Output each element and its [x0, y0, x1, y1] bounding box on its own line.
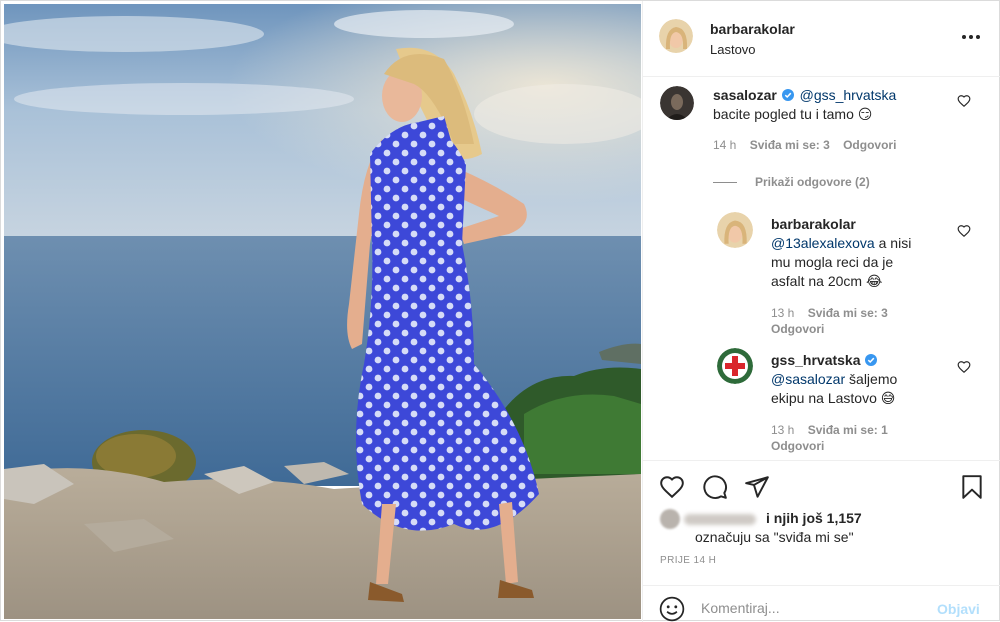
author-avatar[interactable] [659, 19, 693, 53]
reply-mention[interactable]: @sasalozar [771, 371, 845, 387]
reply-avatar[interactable] [717, 212, 753, 248]
reply-username[interactable]: gss_hrvatska [771, 352, 861, 368]
author-username[interactable]: barbarakolar [710, 21, 795, 37]
comment-likes[interactable]: Sviđa mi se: 3 [750, 138, 830, 152]
reply-time[interactable]: 13 h [771, 306, 794, 320]
post-photo[interactable] [4, 4, 641, 619]
comment-like-heart-icon[interactable] [957, 94, 971, 108]
view-replies-button[interactable]: Prikaži odgovore (2) [755, 174, 870, 190]
reply-text-line2: mu mogla reci da je [771, 254, 894, 270]
likes-count[interactable]: i njih još 1,157 [766, 510, 862, 526]
comment-username[interactable]: sasalozar [713, 87, 777, 103]
send-icon[interactable] [744, 474, 770, 500]
avatar-image [717, 348, 753, 384]
replies-divider [713, 182, 737, 183]
comments-list: sasalozar @gss_hrvatska bacite pogled tu… [643, 78, 1000, 460]
verified-badge-icon [865, 354, 878, 366]
reply-body: barbarakolar @13alexalexova a nisi mu mo… [771, 215, 961, 291]
reply-username[interactable]: barbarakolar [771, 216, 856, 232]
reply-mention[interactable]: @13alexalexova [771, 235, 875, 251]
reply-time[interactable]: 13 h [771, 423, 794, 437]
verified-badge-icon [781, 89, 794, 101]
liker-avatar[interactable] [660, 509, 680, 529]
post-location[interactable]: Lastovo [710, 42, 756, 57]
post-side-panel: barbarakolar Lastovo sasalozar @gss_hrva… [642, 1, 1000, 622]
reply-reply-button[interactable]: Odgovori [771, 439, 824, 453]
reply-text-line1: a nisi [878, 235, 912, 251]
reply-text-line1: šaljemo [849, 371, 898, 387]
avatar-image [660, 86, 694, 120]
comment-composer: Objavi [643, 585, 1000, 622]
reply-like-heart-icon[interactable] [957, 360, 971, 374]
reply-text-line2: ekipu na Lastovo 😅 [771, 390, 896, 406]
comment-meta: 14 h Sviđa mi se: 3 Odgovori [713, 137, 896, 153]
avatar-image [659, 19, 693, 53]
avatar-image [717, 212, 753, 248]
comment-reply-button[interactable]: Odgovori [843, 138, 896, 152]
photo-illustration [4, 4, 641, 619]
post-action-bar [643, 460, 1000, 500]
commenter-avatar[interactable] [660, 86, 694, 120]
reply-meta: 13 h Sviđa mi se: 1 Odgovori [771, 422, 961, 454]
comment-input[interactable] [701, 598, 921, 618]
reply-avatar[interactable] [717, 348, 753, 384]
comment-time[interactable]: 14 h [713, 138, 736, 152]
reply-reply-button[interactable]: Odgovori [771, 322, 824, 336]
more-options-icon[interactable] [959, 27, 983, 47]
instagram-post-modal: barbarakolar Lastovo sasalozar @gss_hrva… [0, 0, 1000, 622]
comment-icon[interactable] [702, 474, 728, 500]
comment-text: bacite pogled tu i tamo 😏 [713, 106, 873, 122]
reply-likes[interactable]: Sviđa mi se: 3 [808, 306, 888, 320]
heart-icon[interactable] [659, 474, 685, 500]
post-timestamp[interactable]: PRIJE 14 H [660, 555, 716, 566]
post-comment-button[interactable]: Objavi [937, 601, 980, 617]
bookmark-icon[interactable] [959, 474, 985, 500]
comment-body: sasalozar @gss_hrvatska bacite pogled tu… [713, 86, 973, 124]
comment-mention[interactable]: @gss_hrvatska [800, 87, 897, 103]
reply-body: gss_hrvatska @sasalozar šaljemo ekipu na… [771, 351, 961, 408]
reply-likes[interactable]: Sviđa mi se: 1 [808, 423, 888, 437]
reply-meta: 13 h Sviđa mi se: 3 Odgovori [771, 305, 961, 337]
emoji-icon[interactable] [659, 596, 685, 622]
post-header: barbarakolar Lastovo [643, 1, 1000, 77]
liker-name[interactable] [684, 514, 756, 525]
likes-label: označuju sa "sviđa mi se" [695, 529, 854, 545]
reply-like-heart-icon[interactable] [957, 224, 971, 238]
reply-text-line3: asfalt na 20cm 😂 [771, 273, 883, 289]
